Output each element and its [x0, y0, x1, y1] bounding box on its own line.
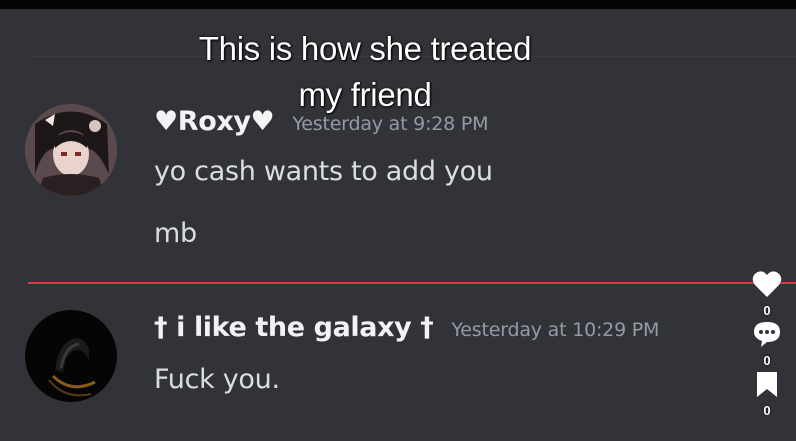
avatar-galaxy[interactable] — [25, 310, 117, 402]
bookmark-icon — [754, 370, 780, 402]
username-galaxy[interactable]: † i like the galaxy † — [154, 312, 434, 343]
message-header-roxy: ♥Roxy♥ Yesterday at 9:28 PM — [154, 106, 489, 137]
message-header-galaxy: † i like the galaxy † Yesterday at 10:29… — [154, 312, 659, 343]
top-bar — [0, 0, 796, 9]
username-roxy[interactable]: ♥Roxy♥ — [154, 106, 275, 137]
comment-bubble-icon — [752, 320, 782, 352]
overlay-caption: This is how she treated my friend — [0, 26, 730, 118]
message-text: Fuck you. — [154, 364, 280, 395]
heart-icon — [752, 270, 782, 302]
side-actions: 0 0 0 — [748, 270, 786, 420]
like-count: 0 — [763, 303, 771, 318]
save-button[interactable]: 0 — [754, 370, 780, 418]
timestamp[interactable]: Yesterday at 10:29 PM — [451, 319, 659, 341]
message-text: mb — [154, 218, 197, 249]
like-button[interactable]: 0 — [752, 270, 782, 318]
timestamp[interactable]: Yesterday at 9:28 PM — [292, 113, 488, 135]
avatar-roxy[interactable] — [25, 104, 117, 196]
caption-line-1: This is how she treated — [198, 30, 532, 67]
new-messages-divider — [28, 282, 796, 284]
comment-count: 0 — [763, 353, 771, 368]
save-count: 0 — [763, 403, 771, 418]
comment-button[interactable]: 0 — [752, 320, 782, 368]
message-text: yo cash wants to add you — [154, 156, 493, 187]
